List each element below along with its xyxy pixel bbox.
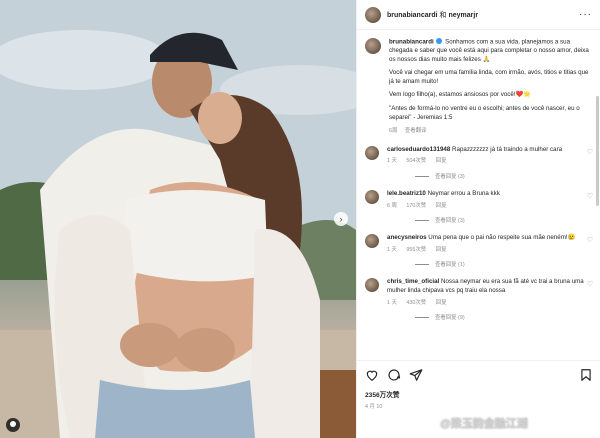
comment-likes[interactable]: 170次赞 — [406, 203, 426, 209]
photo-illustration — [0, 0, 356, 438]
comment-text: Neymar errou a Bruna kkk — [427, 190, 500, 198]
comment-username[interactable]: carloseduardo131948 — [387, 146, 450, 153]
post-header: brunabiancardi 和 neymarjr ··· — [357, 0, 600, 30]
view-replies-label[interactable]: 查看回复 (1) — [435, 260, 465, 268]
avatar[interactable] — [365, 190, 379, 205]
heart-icon[interactable]: ♡ — [587, 280, 593, 288]
coauthor-username[interactable]: neymarjr — [448, 12, 478, 19]
reply-button[interactable]: 回复 — [436, 203, 447, 209]
post-authors: brunabiancardi 和 neymarjr — [387, 10, 478, 20]
next-arrow-icon[interactable]: › — [334, 212, 348, 226]
bookmark-icon[interactable] — [579, 368, 593, 382]
comment: carloseduardo131948 Rapazzzzzzz já tá tr… — [365, 145, 593, 166]
comment-text: Uma pena que o pai não respeite sua mãe … — [428, 234, 576, 242]
view-replies-label[interactable]: 查看回复 (3) — [435, 172, 465, 180]
post-actions: 2356万次赞 4 月 10 — [357, 360, 600, 410]
author-username[interactable]: brunabiancardi — [387, 12, 438, 19]
view-replies[interactable]: 查看回复 (9) — [415, 313, 593, 321]
comment-username[interactable]: anecysneiros — [387, 234, 427, 241]
like-count[interactable]: 2356万次赞 — [365, 389, 593, 399]
caption: brunabiancardi Sonhamos com a sua vida, … — [365, 38, 593, 136]
more-icon[interactable]: ··· — [579, 9, 592, 20]
caption-paragraph-4: "Antes de formá-lo no ventre eu o escolh… — [389, 105, 580, 121]
caption-paragraph-3: Vem logo filho(a), estamos ansiosos por … — [389, 91, 531, 99]
caption-paragraph-2: Você vai chegar em uma família linda, co… — [389, 69, 589, 85]
comment-text: Rapazzzzzzz já tá traindo a mulher cara — [452, 145, 563, 153]
post-sidebar: brunabiancardi 和 neymarjr ··· brunabianc… — [356, 0, 600, 438]
post-photo[interactable]: › — [0, 0, 356, 438]
comment-username[interactable]: lele.beatriz10 — [387, 190, 426, 197]
post-date: 4 月 10 — [365, 404, 383, 410]
author-connector: 和 — [439, 11, 447, 19]
translate-link[interactable]: 查看翻译 — [405, 128, 427, 134]
comment: anecysneiros Uma pena que o pai não resp… — [365, 234, 593, 254]
watermark: @梁玉韵金融江湖 — [440, 418, 528, 430]
comment-likes[interactable]: 504次赞 — [406, 158, 426, 164]
view-replies[interactable]: 查看回复 (3) — [415, 172, 593, 180]
caption-username[interactable]: brunabiancardi — [389, 39, 434, 46]
tag-icon[interactable] — [6, 418, 20, 432]
comment-likes[interactable]: 955次赞 — [406, 247, 426, 253]
reply-button[interactable]: 回复 — [436, 158, 447, 164]
avatar[interactable] — [365, 278, 379, 293]
comments-area: brunabiancardi Sonhamos com a sua vida, … — [357, 30, 600, 360]
verified-icon — [436, 38, 443, 44]
reply-button[interactable]: 回复 — [436, 247, 447, 253]
caption-age: 6周 — [389, 128, 398, 135]
comment-icon[interactable] — [387, 368, 401, 382]
avatar[interactable] — [365, 234, 379, 249]
heart-icon[interactable]: ♡ — [587, 148, 593, 156]
view-replies-label[interactable]: 查看回复 (9) — [435, 313, 465, 321]
heart-icon[interactable]: ♡ — [587, 192, 593, 200]
avatar[interactable] — [365, 38, 381, 54]
comment-age: 1 天 — [387, 246, 397, 253]
avatar[interactable] — [365, 6, 381, 23]
comment: chris_time_oficial Nossa neymar eu era s… — [365, 278, 593, 307]
share-icon[interactable] — [409, 368, 423, 382]
heart-icon[interactable] — [365, 368, 379, 382]
view-replies[interactable]: 查看回复 (1) — [415, 260, 593, 268]
view-replies-label[interactable]: 查看回复 (3) — [435, 216, 465, 224]
scrollbar[interactable] — [596, 96, 599, 206]
view-replies[interactable]: 查看回复 (3) — [415, 216, 593, 224]
reply-button[interactable]: 回复 — [436, 300, 447, 306]
heart-icon[interactable]: ♡ — [587, 236, 593, 244]
comment-age: 6 周 — [387, 202, 397, 209]
comment-age: 1 天 — [387, 158, 397, 165]
comment-likes[interactable]: 430次赞 — [406, 300, 426, 306]
comment: lele.beatriz10 Neymar errou a Bruna kkk … — [365, 190, 593, 210]
comment-username[interactable]: chris_time_oficial — [387, 278, 439, 285]
avatar[interactable] — [365, 145, 379, 160]
comment-age: 1 天 — [387, 299, 397, 306]
